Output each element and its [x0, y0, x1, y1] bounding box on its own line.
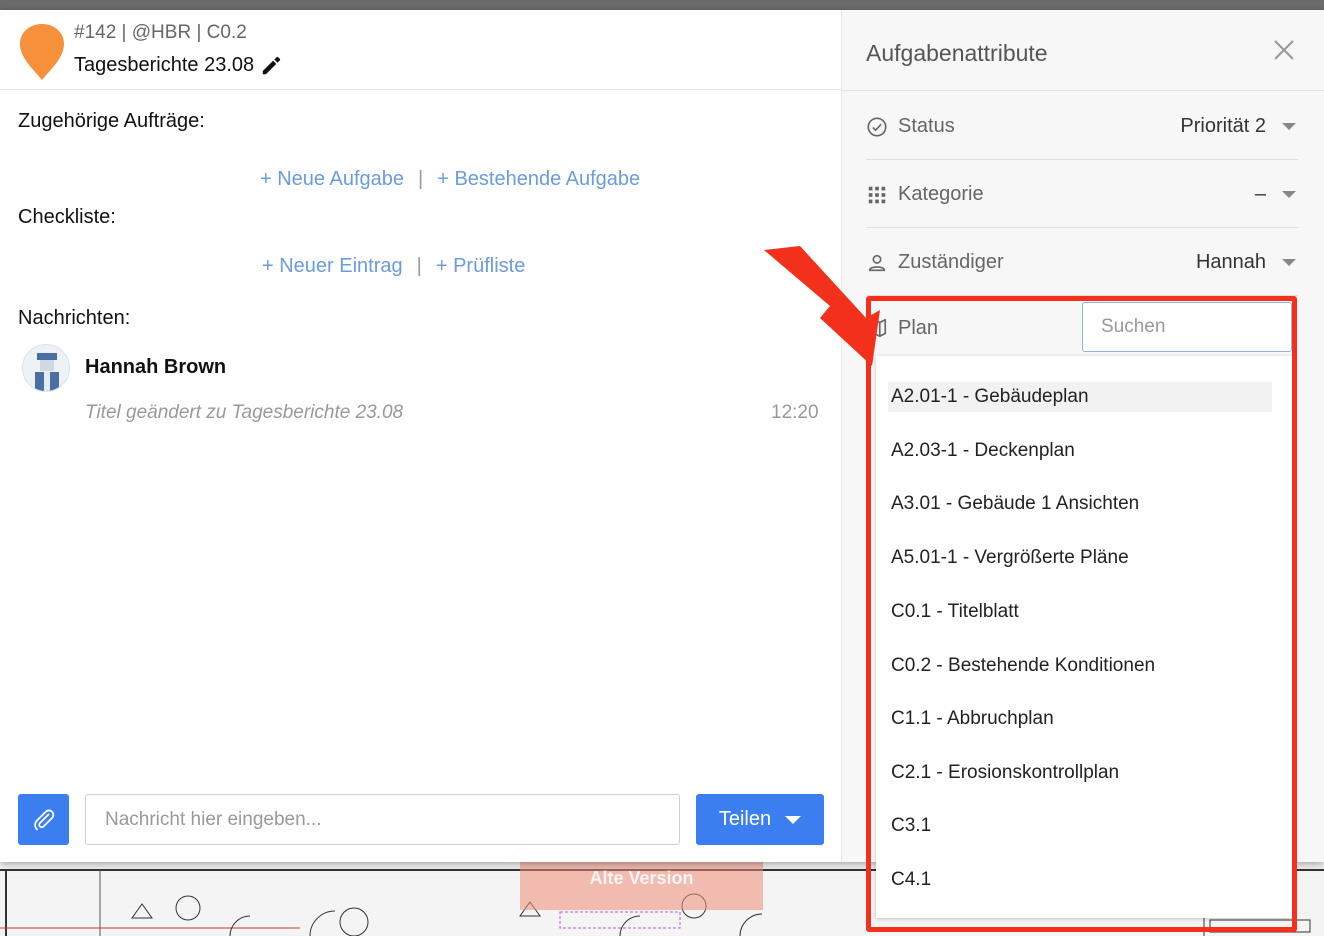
plan-option[interactable]: C1.1 - Abbruchplan	[888, 704, 1272, 734]
message-text: Titel geändert zu Tagesberichte 23.08	[85, 402, 404, 423]
related-tasks-label: Zugehörige Aufträge:	[18, 110, 205, 132]
category-row[interactable]: Kategorie –	[866, 162, 1298, 228]
attributes-divider	[842, 90, 1324, 91]
close-icon[interactable]	[1272, 38, 1296, 62]
task-title-row[interactable]: Tagesberichte 23.08	[74, 54, 282, 77]
category-value: –	[1254, 183, 1266, 205]
status-label: Status	[898, 115, 955, 137]
plan-option[interactable]: C0.1 - Titelblatt	[888, 597, 1272, 627]
related-tasks-actions: + Neue Aufgabe | + Bestehende Aufgabe	[260, 168, 640, 191]
share-button[interactable]: Teilen	[696, 794, 824, 845]
plan-option[interactable]: A3.01 - Gebäude 1 Ansichten	[888, 489, 1272, 519]
link-separator: |	[418, 168, 424, 190]
user-avatar-icon	[35, 353, 59, 391]
message-input[interactable]	[85, 794, 680, 845]
background-top-bar	[0, 0, 1324, 10]
new-task-link[interactable]: + Neue Aufgabe	[260, 168, 404, 191]
plan-search-input[interactable]	[1082, 302, 1292, 352]
plan-label: Plan	[898, 316, 939, 339]
message-time: 12:20	[771, 402, 819, 423]
grid-icon	[868, 186, 886, 203]
chevron-down-icon	[1282, 191, 1296, 198]
plan-option[interactable]: A5.01-1 - Vergrößerte Pläne	[888, 543, 1272, 573]
check-circle-icon	[867, 116, 887, 137]
chevron-down-icon	[1282, 123, 1296, 130]
user-icon	[868, 254, 886, 271]
assignee-value: Hannah	[1195, 251, 1266, 273]
task-detail-pane: #142 | @HBR | C0.2 Tagesberichte 23.08 Z…	[0, 10, 842, 862]
plan-option[interactable]: C0.2 - Bestehende Konditionen	[888, 651, 1272, 681]
assignee-label: Zuständiger	[898, 251, 1004, 273]
chevron-down-icon	[1282, 259, 1296, 266]
paperclip-icon	[33, 809, 54, 830]
task-header: #142 | @HBR | C0.2 Tagesberichte 23.08	[0, 10, 841, 90]
task-meta: #142 | @HBR | C0.2	[74, 22, 247, 43]
category-label: Kategorie	[898, 183, 984, 205]
map-pin-icon	[20, 24, 64, 80]
avatar	[22, 344, 70, 392]
chevron-down-icon	[785, 815, 802, 824]
existing-task-link[interactable]: + Bestehende Aufgabe	[437, 168, 640, 191]
messages-label: Nachrichten:	[18, 307, 131, 329]
attributes-title: Aufgabenattribute	[866, 40, 1048, 66]
message-author: Hannah Brown	[85, 356, 227, 378]
plan-option[interactable]: A2.03-1 - Deckenplan	[888, 436, 1272, 466]
pencil-edit-icon[interactable]	[260, 55, 282, 77]
checklist-label: Checkliste:	[18, 206, 116, 228]
assignee-row[interactable]: Zuständiger Hannah	[866, 230, 1298, 296]
plan-dropdown: A2.01-1 - Gebäudeplan A2.03-1 - Deckenpl…	[876, 356, 1292, 918]
plan-option[interactable]: C4.1	[888, 865, 1272, 895]
plan-option[interactable]: A2.01-1 - Gebäudeplan	[888, 382, 1272, 412]
plan-option[interactable]: C3.1	[888, 811, 1272, 841]
checklist-template-link[interactable]: + Prüfliste	[436, 255, 525, 278]
old-version-watermark: Alte Version	[520, 862, 763, 910]
checklist-actions: + Neuer Eintrag | + Prüfliste	[262, 255, 525, 278]
map-icon	[867, 318, 887, 338]
share-button-label: Teilen	[718, 808, 772, 830]
link-separator: |	[416, 255, 422, 277]
plan-option[interactable]: C2.1 - Erosionskontrollplan	[888, 758, 1272, 788]
task-title: Tagesberichte 23.08	[74, 54, 255, 76]
attach-button[interactable]	[18, 794, 69, 845]
new-entry-link[interactable]: + Neuer Eintrag	[262, 255, 403, 278]
status-value: Priorität 2	[1180, 115, 1266, 137]
status-row[interactable]: Status Priorität 2	[866, 94, 1298, 160]
